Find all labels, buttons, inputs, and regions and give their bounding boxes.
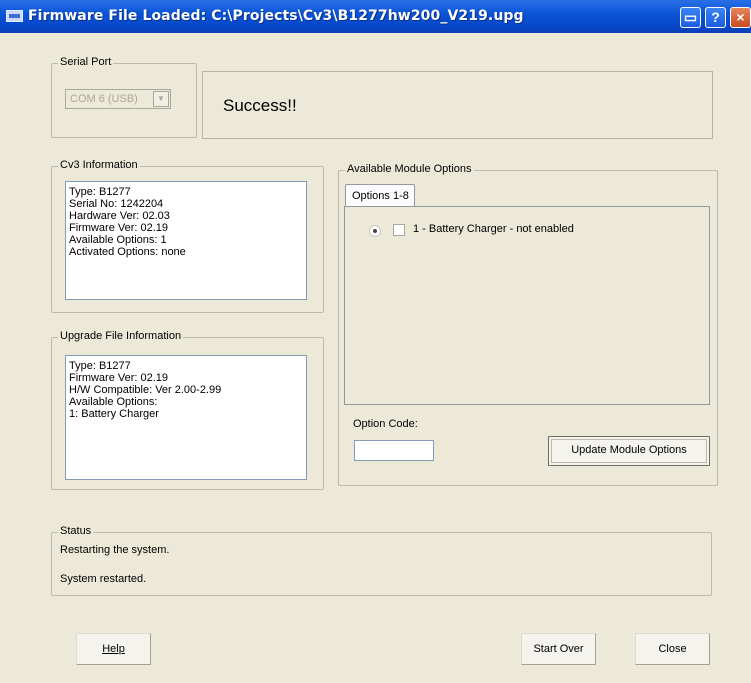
serial-port-combo[interactable]: COM 6 (USB) ▼ — [65, 89, 171, 109]
cv3-info-label: Cv3 Information — [58, 159, 140, 171]
help-button[interactable]: Help — [76, 633, 151, 665]
option-radio[interactable] — [369, 225, 381, 237]
tab-options-1-8[interactable]: Options 1-8 — [345, 184, 415, 207]
list-item: Firmware Ver: 02.19 — [69, 222, 169, 234]
list-item: Activated Options: none — [69, 246, 186, 258]
list-item: Firmware Ver: 02.19 — [69, 372, 169, 384]
update-module-options-label: Update Module Options — [571, 444, 687, 456]
upgrade-info-label: Upgrade File Information — [58, 330, 184, 342]
window-title: Firmware File Loaded: C:\Projects\Cv3\B1… — [28, 8, 524, 24]
serial-port-group: Serial Port COM 6 (USB) ▼ — [51, 56, 197, 138]
status-group: Status Restarting the system. System res… — [51, 525, 712, 596]
start-over-button-label: Start Over — [533, 643, 584, 655]
options-tab-panel: 1 - Battery Charger - not enabled — [344, 206, 710, 405]
start-over-button[interactable]: Start Over — [521, 633, 596, 665]
help-button-label: Help — [102, 643, 125, 655]
title-help-button[interactable]: ? — [705, 7, 726, 28]
list-item: Available Options: 1 — [69, 234, 167, 246]
title-close-button[interactable]: × — [730, 7, 751, 28]
update-module-options-button[interactable]: Update Module Options — [548, 436, 710, 466]
status-line: System restarted. — [60, 573, 147, 585]
chevron-down-icon[interactable]: ▼ — [153, 91, 169, 107]
status-line: Restarting the system. — [60, 544, 170, 556]
result-panel: Success!! — [202, 71, 713, 139]
list-item: Hardware Ver: 02.03 — [69, 210, 170, 222]
close-button[interactable]: Close — [635, 633, 710, 665]
list-item: 1: Battery Charger — [69, 408, 159, 420]
serial-port-label: Serial Port — [58, 56, 114, 68]
option-checkbox[interactable] — [393, 224, 405, 236]
option-code-field[interactable] — [354, 440, 434, 461]
list-item: Type: B1277 — [69, 186, 131, 198]
app-icon — [6, 10, 23, 22]
tab-label: Options 1-8 — [352, 190, 409, 202]
restore-button[interactable]: ▭ — [680, 7, 701, 28]
serial-port-value: COM 6 (USB) — [70, 93, 138, 105]
list-item: Available Options: — [69, 396, 158, 408]
option-label: 1 - Battery Charger - not enabled — [413, 223, 574, 235]
option-code-label: Option Code: — [353, 418, 418, 430]
result-message: Success!! — [223, 96, 297, 115]
close-button-label: Close — [658, 643, 687, 655]
module-options-label: Available Module Options — [345, 163, 474, 175]
firmware-upgrade-window: Firmware File Loaded: C:\Projects\Cv3\B1… — [0, 0, 751, 683]
status-label: Status — [58, 525, 94, 537]
list-item: Serial No: 1242204 — [69, 198, 164, 210]
list-item: H/W Compatible: Ver 2.00-2.99 — [69, 384, 222, 396]
list-item: Type: B1277 — [69, 360, 131, 372]
upgrade-info-listbox[interactable]: Type: B1277 Firmware Ver: 02.19 H/W Comp… — [65, 355, 307, 480]
title-bar[interactable]: Firmware File Loaded: C:\Projects\Cv3\B1… — [0, 0, 751, 33]
cv3-info-listbox[interactable]: Type: B1277 Serial No: 1242204 Hardware … — [65, 181, 307, 300]
